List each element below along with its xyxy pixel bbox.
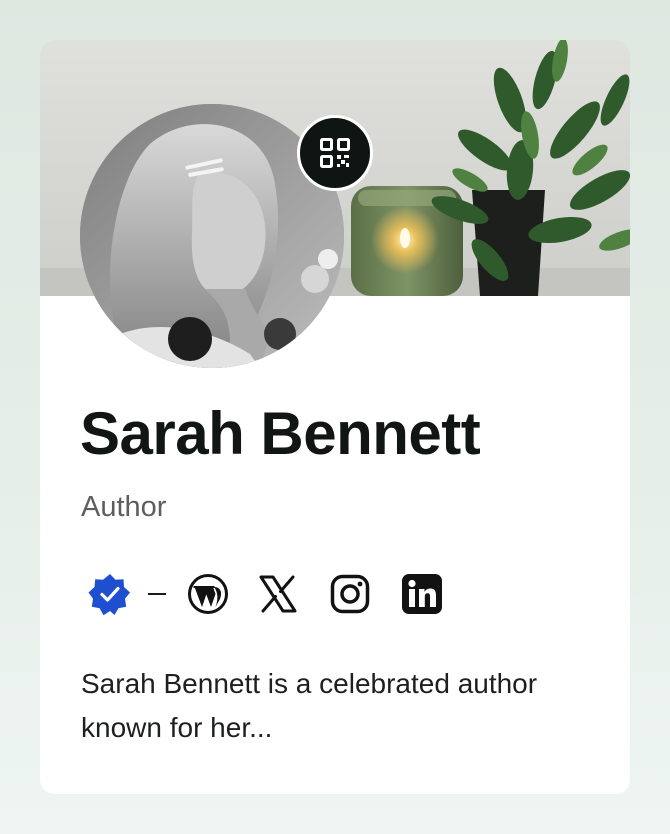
verified-badge-icon <box>88 574 130 616</box>
x-icon <box>259 575 297 613</box>
profile-role: Author <box>81 491 167 523</box>
profile-name: Sarah Bennett <box>80 400 481 467</box>
wordpress-link[interactable] <box>186 572 230 616</box>
separator <box>148 593 166 595</box>
linkedin-link[interactable] <box>400 572 444 616</box>
linkedin-icon <box>402 574 442 614</box>
wordpress-icon <box>188 574 228 614</box>
x-link[interactable] <box>256 572 300 616</box>
qr-code-icon <box>320 138 350 168</box>
social-links <box>88 572 444 616</box>
instagram-icon <box>330 574 370 614</box>
verified-badge <box>88 572 132 616</box>
profile-card: Sarah Bennett Author Sarah Bennett is a … <box>40 40 630 794</box>
instagram-link[interactable] <box>328 572 372 616</box>
profile-bio: Sarah Bennett is a celebrated author kno… <box>81 668 538 743</box>
qr-code-button[interactable] <box>297 115 373 191</box>
